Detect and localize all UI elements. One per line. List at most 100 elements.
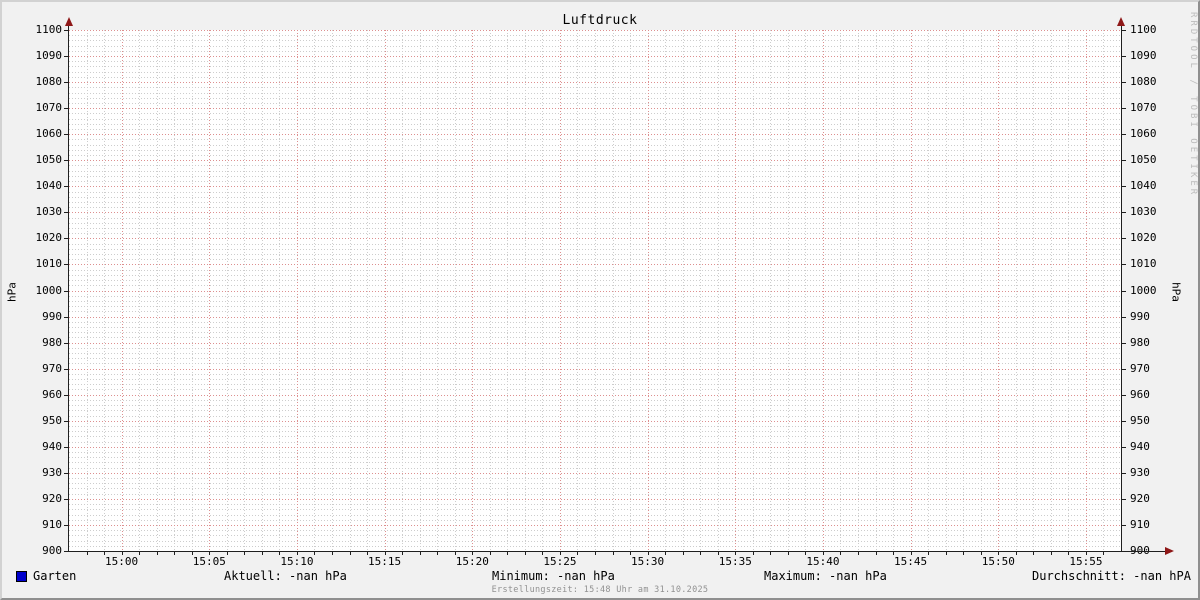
x-axis-tick [192, 552, 193, 555]
x-axis-tick [1103, 552, 1104, 555]
y-tick-label-left: 900 [42, 544, 62, 557]
y-axis-tick-right [1122, 394, 1126, 396]
y-tick-label-left: 1100 [35, 23, 63, 36]
grid-line-major-v [648, 30, 649, 551]
y-tick-label-right: 1010 [1130, 257, 1157, 271]
y-tick-label-left: 940 [42, 439, 62, 453]
x-axis-tick [367, 552, 368, 555]
x-axis-tick [122, 552, 123, 555]
x-axis-tick [209, 552, 210, 555]
grid-line-major-v [735, 30, 736, 551]
x-axis-tick [385, 552, 386, 555]
y-tick-label-left: 1000 [35, 283, 63, 297]
y-tick-label-left: 1020 [35, 231, 63, 245]
y-axis-tick-right [1122, 446, 1126, 448]
grid-line-major-h [69, 394, 1121, 396]
grid-line-major-h [69, 134, 1121, 136]
x-axis-tick [595, 552, 596, 555]
x-axis-tick [332, 552, 333, 555]
y-tick-label-left: 910 [42, 517, 62, 531]
y-axis-tick-right [1122, 238, 1126, 240]
y-axis-tick-right [1122, 498, 1126, 500]
y-axis-tick-right [1122, 316, 1126, 318]
x-axis-tick [525, 552, 526, 555]
grid-line-major-h [69, 368, 1121, 370]
grid-line-major-h [69, 238, 1121, 240]
legend-series-label: Garten [33, 569, 77, 583]
y-tick-label-right: 1090 [1130, 49, 1157, 63]
y-tick-label-left: 950 [42, 413, 62, 427]
x-axis-tick [157, 552, 158, 555]
x-axis-tick [805, 552, 806, 555]
y-axis-tick-right [1122, 30, 1126, 31]
y-tick-label-right: 1030 [1130, 205, 1157, 219]
y-tick-label-right: 930 [1130, 465, 1150, 479]
y-tick-label-right: 980 [1130, 335, 1150, 349]
grid-line-major-v [297, 30, 298, 551]
y-tick-label-right: 1040 [1130, 179, 1157, 193]
x-axis-tick [507, 552, 508, 555]
x-axis-tick [139, 552, 140, 555]
x-axis-tick [893, 552, 894, 555]
x-axis-tick [1051, 552, 1052, 555]
legend-stat-aktuell: Aktuell: -nan hPa [224, 569, 347, 583]
y-axis-tick-right [1122, 264, 1126, 266]
x-axis-tick [1033, 552, 1034, 555]
x-axis-tick [279, 552, 280, 555]
plot-canvas [69, 30, 1121, 552]
y-axis-tick-right [1122, 82, 1126, 84]
y-axis-tick-right [1122, 368, 1126, 370]
y-tick-label-left: 930 [42, 465, 62, 479]
y-tick-label-right: 1060 [1130, 127, 1157, 141]
grid-line-major-h [69, 82, 1121, 84]
grid-line-major-h [69, 30, 1121, 31]
x-axis-tick [437, 552, 438, 555]
y-tick-label-right: 940 [1130, 439, 1150, 453]
grid-line-major-h [69, 342, 1121, 344]
y-tick-label-right: 970 [1130, 361, 1150, 375]
grid-line-major-h [69, 108, 1121, 110]
y-tick-label-right: 1070 [1130, 101, 1157, 115]
x-axis-tick [998, 552, 999, 555]
grid-line-major-v [385, 30, 386, 551]
x-axis-tick [928, 552, 929, 555]
x-axis-tick [455, 552, 456, 555]
axis-arrow-right-icon [1165, 547, 1174, 555]
legend-row: Garten Aktuell: -nan hPa Minimum: -nan h… [2, 569, 1198, 585]
axis-arrow-up-left-icon [65, 17, 73, 26]
grid-line-major-v [209, 30, 210, 551]
grid-line-major-h [69, 524, 1121, 526]
x-axis-tick [823, 552, 824, 555]
x-axis-tick [946, 552, 947, 555]
y-tick-label-right: 1080 [1130, 75, 1157, 89]
legend-stat-minimum: Minimum: -nan hPa [492, 569, 615, 583]
grid-line-major-v [560, 30, 561, 551]
x-axis-tick [1086, 552, 1087, 555]
x-axis-tick [104, 552, 105, 555]
y-tick-label-right: 960 [1130, 387, 1150, 401]
x-axis-tick [87, 552, 88, 555]
x-axis [68, 551, 1172, 552]
x-axis-tick [613, 552, 614, 555]
x-axis-tick [420, 552, 421, 555]
y-axis-tick-right [1122, 420, 1126, 422]
y-tick-label-right: 1000 [1130, 283, 1157, 297]
x-axis-tick [876, 552, 877, 555]
grid-line-major-h [69, 290, 1121, 292]
grid-line-major-v [911, 30, 912, 551]
x-axis-tick [788, 552, 789, 555]
x-tick-label: 15:45 [894, 555, 928, 568]
y-tick-label-left: 980 [42, 335, 62, 349]
x-axis-tick [858, 552, 859, 555]
x-axis-tick [227, 552, 228, 555]
grid-line-major-h [69, 316, 1121, 318]
x-tick-label: 15:25 [543, 555, 577, 568]
x-axis-tick [770, 552, 771, 555]
y-tick-label-right: 990 [1130, 309, 1150, 323]
y-tick-label-right: 1020 [1130, 231, 1157, 245]
y-tick-label-right: 910 [1130, 517, 1150, 531]
y-axis-tick-right [1122, 186, 1126, 188]
x-axis-tick [630, 552, 631, 555]
y-tick-label-left: 1080 [35, 75, 63, 89]
grid-line-major-v [472, 30, 473, 551]
